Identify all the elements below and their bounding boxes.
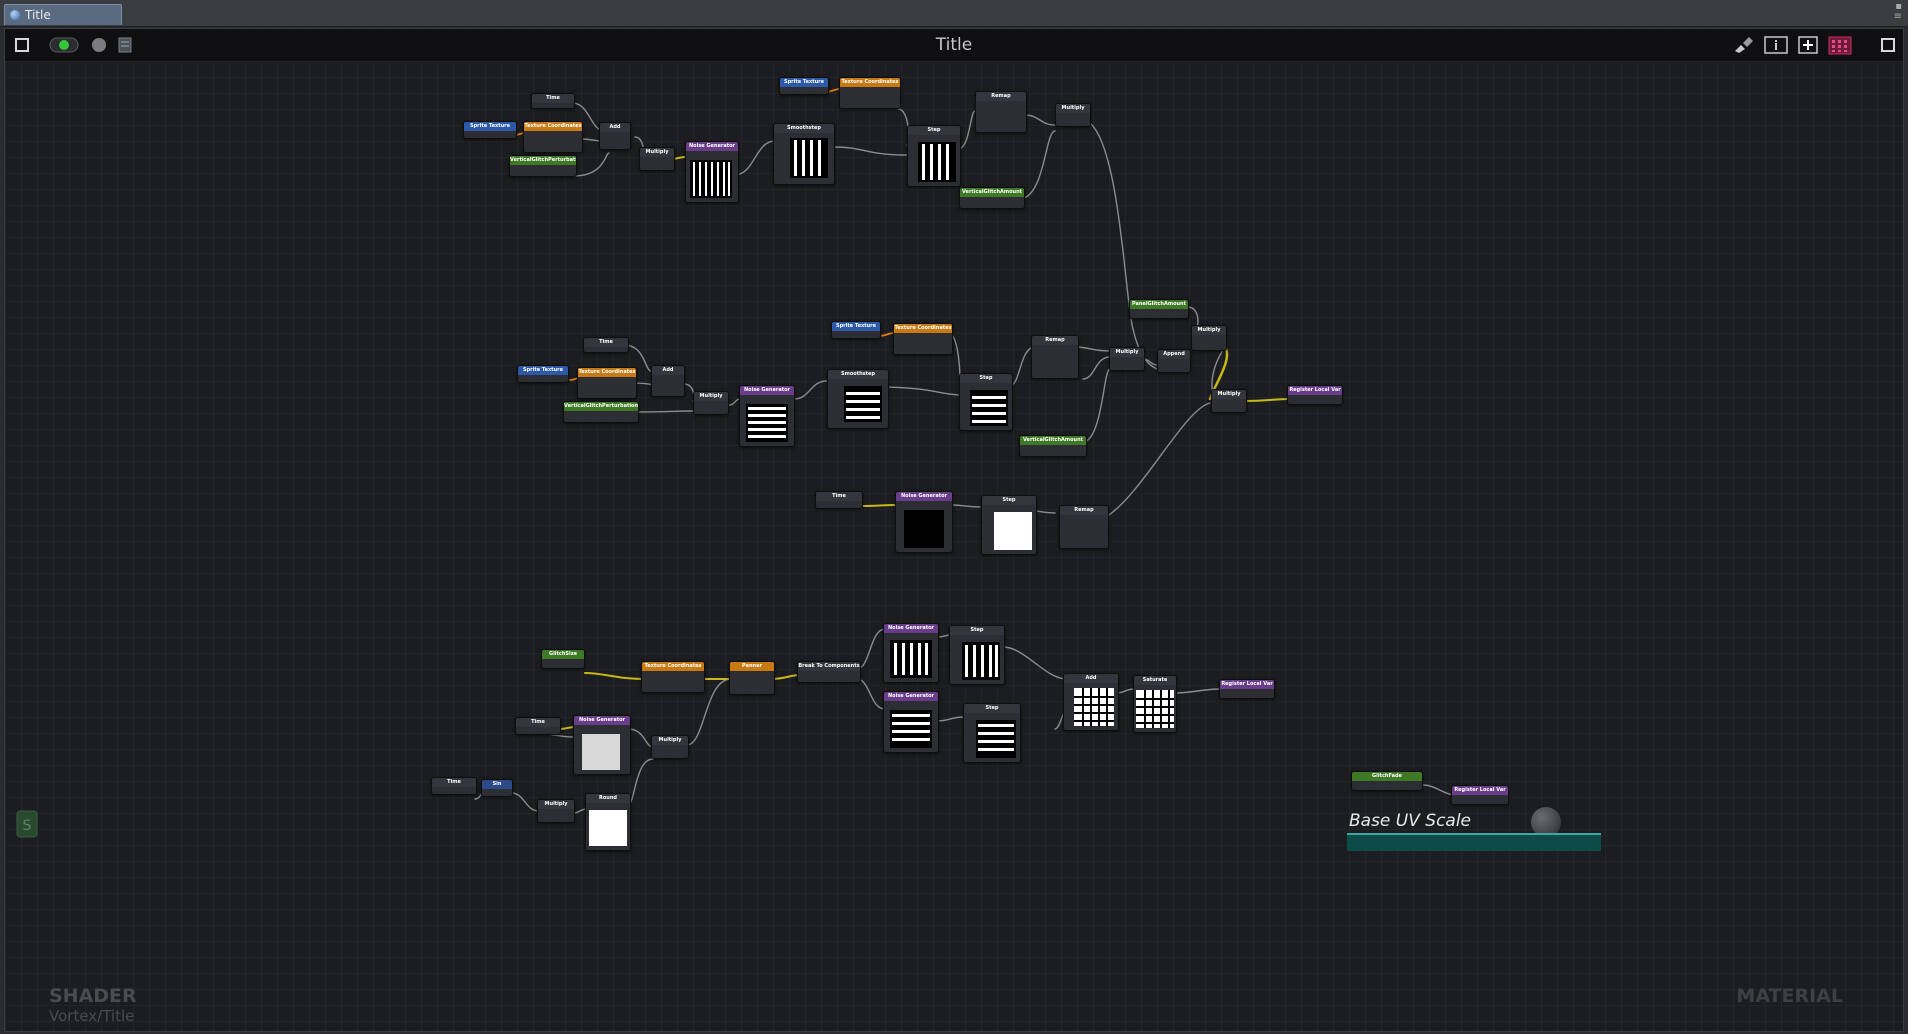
noise-preview-2 [582,734,620,770]
step-node-5[interactable]: Step [963,703,1021,763]
remap-node[interactable]: Remap [975,91,1027,133]
texture-coordinates-node-5[interactable]: Texture Coordinates [641,661,705,693]
graph-title: Title [935,35,973,55]
register-local-var-node-3[interactable]: Register Local Var [1451,785,1509,805]
vertical-amount-node[interactable]: VerticalGlitchAmount [959,187,1025,209]
multiply-node-2[interactable]: Multiply [1055,103,1091,127]
texture-coordinates-node-3[interactable]: Texture Coordinates [577,367,637,399]
register-local-var-node[interactable]: Register Local Var [1287,385,1343,405]
texture-coordinates-node[interactable]: Texture Coordinates [523,121,583,153]
shader-path: Vortex/Title [49,1007,135,1025]
sin-node[interactable]: Sin [481,779,513,797]
annotation-label: Base UV Scale [1349,811,1472,831]
panel-amount-node[interactable]: PanelGlitchAmount [1129,299,1189,319]
tab-title[interactable]: Title [4,4,122,25]
time-node-3[interactable]: Time [583,337,629,353]
editor-toolbar: Title [5,29,1903,61]
noise-generator-node-3[interactable]: Noise Generator [895,491,953,553]
noise-generator-node-2[interactable]: Noise Generator [739,385,795,447]
glitch-fade-node[interactable]: GlitchFade [1351,771,1423,791]
annotation-bar [1347,833,1601,851]
texture-coordinates-node-2[interactable]: Texture Coordinates [839,77,901,109]
step-node-3[interactable]: Step [981,495,1037,555]
step-node-4[interactable]: Step [949,625,1005,685]
tab-bar: Title ▪ ≡ [0,0,1908,27]
append-node[interactable]: Append [1157,349,1191,373]
add-node-3[interactable]: Add [1063,673,1119,731]
time-node-6[interactable]: Time [431,777,477,795]
multiply-node-3[interactable]: Multiply [693,391,729,415]
fullscreen-icon[interactable] [1879,35,1897,55]
multiply-node-6[interactable]: Multiply [1211,389,1247,413]
add-node-2[interactable]: Add [651,365,685,397]
glitch-size-node[interactable]: GlitchSize [541,649,585,669]
smoothstep-node-2[interactable]: Smoothstep [827,369,889,429]
shader-type-icon: S [15,809,39,839]
multiply-node-4[interactable]: Multiply [1109,347,1145,371]
noise-generator-node-5[interactable]: Noise Generator [883,691,939,753]
noise-generator-node-4[interactable]: Noise Generator [883,623,939,683]
shader-watermark: SHADER [49,985,137,1007]
paint-brush-icon[interactable] [1731,35,1755,55]
texture-coordinates-node-4[interactable]: Texture Coordinates [893,323,953,355]
step-node[interactable]: Step [907,125,961,187]
add-node[interactable]: Add [599,122,631,150]
round-preview [589,810,627,846]
sprite-texture-node-3[interactable]: Sprite Texture [517,365,569,383]
sprite-texture-node[interactable]: Sprite Texture [463,121,517,139]
round-node[interactable]: Round [585,793,631,851]
panner-node[interactable]: Panner [729,661,775,695]
time-node-4[interactable]: Time [815,491,863,509]
window-menu-icon[interactable]: ▪ ≡ [1894,2,1902,22]
remap-node-3[interactable]: Remap [1059,505,1109,549]
remap-node-2[interactable]: Remap [1031,335,1079,379]
time-node[interactable]: Time [531,93,575,109]
time-node-5[interactable]: Time [515,717,561,735]
step-preview [994,512,1032,550]
node-graph-canvas[interactable]: Title Time Sprite Texture Texture Coordi… [4,28,1904,1032]
register-local-var-node-2[interactable]: Register Local Var [1219,679,1275,699]
step-node-2[interactable]: Step [959,373,1013,431]
share-icon[interactable] [1797,35,1821,55]
noise-generator-node[interactable]: Noise Generator [685,141,739,203]
tab-label: Title [25,8,51,22]
multiply-node-8[interactable]: Multiply [537,799,575,823]
svg-text:S: S [23,818,32,834]
grid-snap-icon[interactable] [1827,35,1853,55]
smoothstep-node[interactable]: Smoothstep [773,123,835,185]
multiply-node-5[interactable]: Multiply [1191,325,1227,351]
info-icon[interactable] [1763,35,1789,55]
saturate-node[interactable]: Saturate [1133,675,1177,733]
sprite-texture-node-4[interactable]: Sprite Texture [831,321,881,339]
multiply-node-7[interactable]: Multiply [651,735,689,759]
noise-generator-node-6[interactable]: Noise Generator [573,715,631,775]
vertical-amount-node-2[interactable]: VerticalGlitchAmount [1019,435,1087,457]
unity-logo-icon [10,10,20,20]
noise-preview [904,510,944,548]
material-watermark: MATERIAL [1736,985,1843,1007]
glitch-perturbation-node-2[interactable]: VerticalGlitchPerturbation [563,401,639,423]
multiply-node[interactable]: Multiply [639,147,675,171]
sprite-texture-node-2[interactable]: Sprite Texture [779,77,829,95]
break-to-components-node[interactable]: Break To Components [797,661,861,683]
glitch-perturbation-node[interactable]: VerticalGlitchPerturbation [509,155,577,177]
